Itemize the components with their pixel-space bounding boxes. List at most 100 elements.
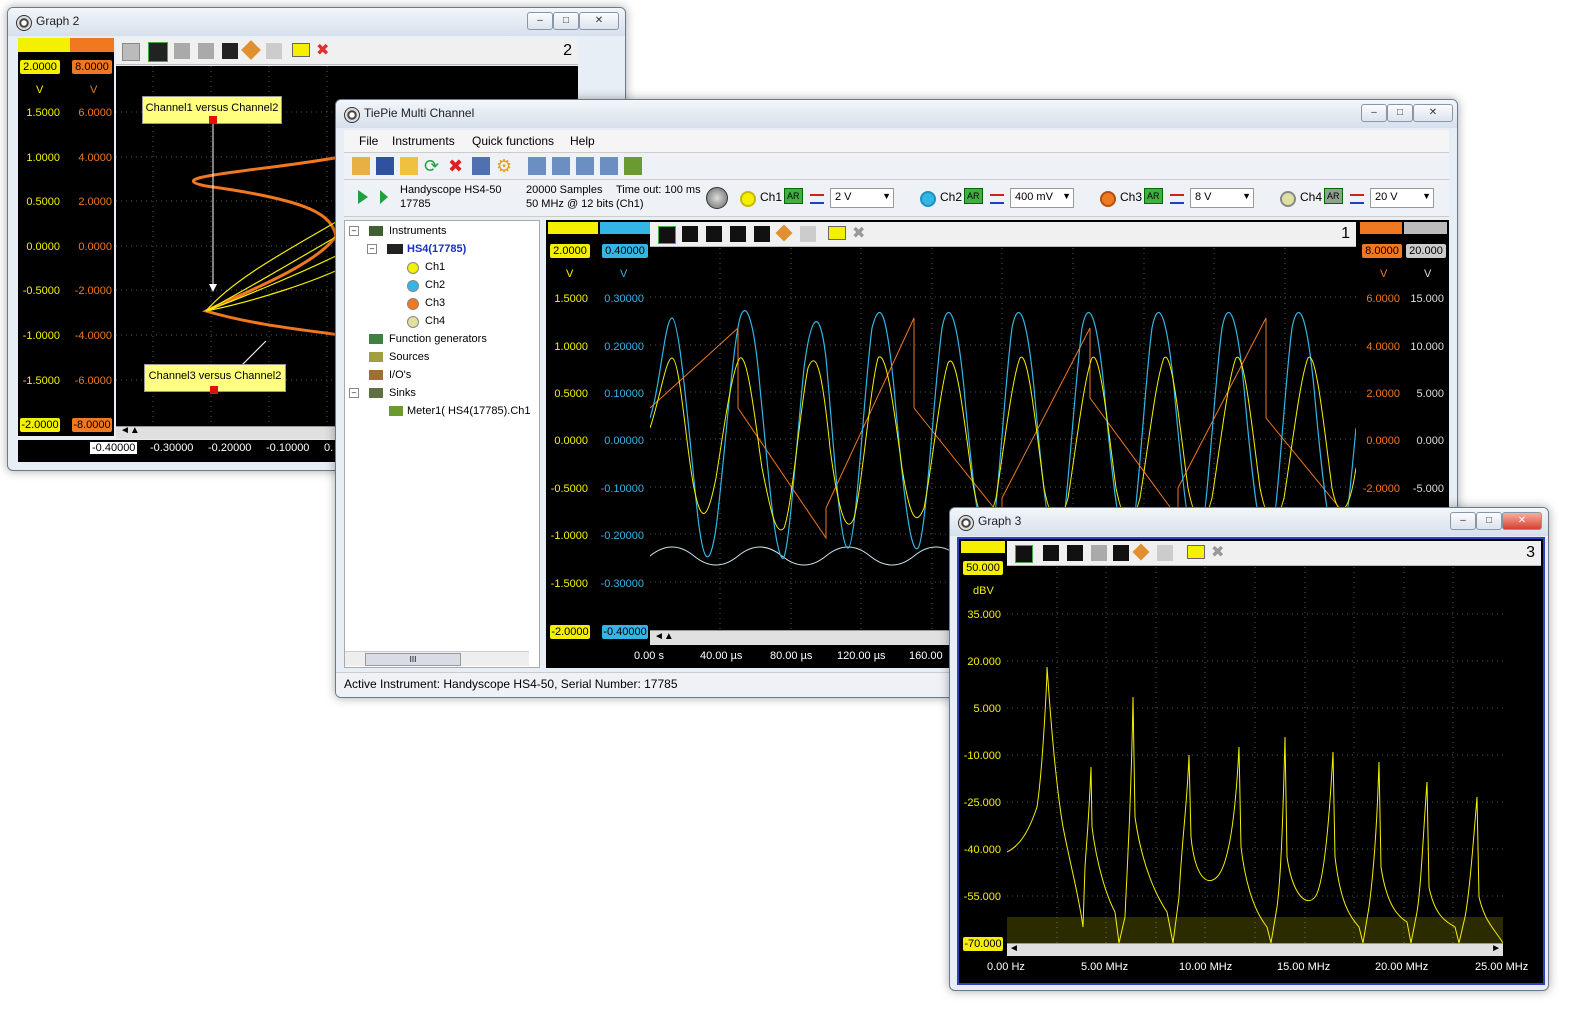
ch2-ring-icon[interactable]: [920, 191, 936, 207]
ch1-dropdown-icon[interactable]: ▼: [882, 191, 891, 201]
main-titlebar[interactable]: TiePie Multi Channel – □ ✕: [336, 100, 1457, 128]
tree-device[interactable]: HS4(17785): [407, 243, 466, 255]
ch3-autorange-button[interactable]: AR: [1144, 188, 1163, 204]
pencil-icon[interactable]: [775, 224, 793, 242]
envelope-icon[interactable]: [1067, 545, 1083, 561]
ch4-autorange-button[interactable]: AR: [1324, 188, 1343, 204]
close-button[interactable]: ✕: [1413, 104, 1453, 122]
grid-icon[interactable]: [754, 226, 770, 242]
graph2-titlebar[interactable]: Graph 2 – □ ✕: [8, 8, 625, 36]
email-icon[interactable]: [400, 157, 418, 175]
delete-annotation-icon[interactable]: ✖: [316, 43, 332, 59]
graph3-hscroll[interactable]: ◄ ►: [1007, 943, 1503, 956]
graph3-plot[interactable]: [1007, 567, 1503, 943]
ch4-label[interactable]: Ch4: [1300, 190, 1322, 204]
envelope-icon[interactable]: [706, 226, 722, 242]
ch4-range-select[interactable]: 20 V ▼: [1370, 188, 1434, 208]
yt-mode-icon[interactable]: [658, 226, 676, 244]
menu-instruments[interactable]: Instruments: [392, 134, 455, 148]
ch1-top-badge[interactable]: 2.0000: [20, 60, 60, 74]
g3-bottom-badge[interactable]: -70.000: [963, 937, 1003, 951]
delete-icon[interactable]: ✖: [448, 157, 466, 175]
timeout-line1[interactable]: Time out: 100 ms: [616, 184, 701, 196]
g3-top-badge[interactable]: 50.000: [963, 561, 1003, 575]
ch1-autorange-button[interactable]: AR: [784, 188, 803, 204]
expand-sinks-icon[interactable]: –: [349, 388, 359, 398]
tree-instruments[interactable]: Instruments: [389, 225, 446, 237]
start-icon[interactable]: [358, 190, 368, 204]
scroll-right-icon[interactable]: ►: [1491, 943, 1501, 954]
ch4-coupling-icon[interactable]: [1350, 194, 1364, 204]
trigger-knob-icon[interactable]: [706, 187, 728, 209]
close-button[interactable]: ✕: [1502, 512, 1542, 530]
ch3-range-select[interactable]: 8 V ▼: [1190, 188, 1254, 208]
scroll-left-icon[interactable]: ◄: [1009, 943, 1019, 954]
grid-icon[interactable]: [1113, 545, 1129, 561]
print-icon[interactable]: [472, 157, 490, 175]
tree-hscroll[interactable]: III: [345, 651, 529, 666]
pencil-icon[interactable]: [1132, 543, 1150, 561]
xy-mode-icon[interactable]: [682, 226, 698, 242]
grid-tool-icon[interactable]: [222, 43, 238, 59]
timeout-line2[interactable]: (Ch1): [616, 198, 644, 210]
ch3-bottom-badge[interactable]: -8.0000: [72, 418, 112, 432]
tree-meter[interactable]: Meter1( HS4(17785).Ch1: [407, 405, 531, 417]
ch1-bottom-badge[interactable]: -2.0000: [20, 418, 60, 432]
g1-ch2-bottom-badge[interactable]: -0.40000: [602, 625, 648, 639]
annotation-icon[interactable]: [1187, 545, 1205, 559]
ch3-dropdown-icon[interactable]: ▼: [1242, 191, 1251, 201]
delete-annotation-icon[interactable]: ✖: [852, 226, 868, 242]
ch2-autorange-button[interactable]: AR: [964, 188, 983, 204]
refresh-icon[interactable]: ⟳: [424, 157, 442, 175]
ch1-coupling-icon[interactable]: [810, 194, 824, 204]
tree-ch3[interactable]: Ch3: [425, 297, 445, 309]
move-tool-icon[interactable]: [122, 43, 140, 61]
menu-help[interactable]: Help: [570, 134, 595, 148]
step-icon[interactable]: [730, 226, 746, 242]
minimize-button[interactable]: –: [1450, 512, 1476, 530]
tree-sources[interactable]: Sources: [389, 351, 429, 363]
bar-tool-icon[interactable]: [174, 43, 190, 59]
expand-device-icon[interactable]: –: [367, 244, 377, 254]
close-button[interactable]: ✕: [579, 12, 619, 30]
step-icon[interactable]: [1091, 545, 1107, 561]
annotation-icon[interactable]: [292, 43, 310, 57]
minimize-button[interactable]: –: [527, 12, 553, 30]
new-graph-icon[interactable]: [528, 157, 546, 175]
delete-annotation-icon[interactable]: ✖: [1211, 545, 1227, 561]
ch2-coupling-icon[interactable]: [990, 194, 1004, 204]
g1-ch4-top-badge[interactable]: 20.000: [1406, 244, 1446, 258]
object-tree[interactable]: Instruments HS4(17785) Ch1 Ch2 Ch3 Ch4 F…: [344, 220, 540, 668]
maximize-button[interactable]: □: [1476, 512, 1502, 530]
g1-ch1-bottom-badge[interactable]: -2.0000: [550, 625, 590, 639]
ch3-top-badge[interactable]: 8.0000: [72, 60, 112, 74]
graph3-titlebar[interactable]: Graph 3 – □ ✕: [950, 508, 1548, 536]
step-tool-icon[interactable]: [198, 43, 214, 59]
tree-ch4[interactable]: Ch4: [425, 315, 445, 327]
tree-function-generators[interactable]: Function generators: [389, 333, 487, 345]
open-icon[interactable]: [352, 157, 370, 175]
zoom-icon[interactable]: [800, 226, 816, 242]
tree-ch2[interactable]: Ch2: [425, 279, 445, 291]
menu-quick-functions[interactable]: Quick functions: [472, 134, 554, 148]
annotation-marker-2[interactable]: [210, 386, 218, 394]
meter-icon[interactable]: [624, 157, 642, 175]
ch2-label[interactable]: Ch2: [940, 190, 962, 204]
pencil-icon[interactable]: [241, 40, 261, 60]
single-shot-icon[interactable]: [380, 190, 388, 204]
zoom-icon[interactable]: [1157, 545, 1173, 561]
ch4-ring-icon[interactable]: [1280, 191, 1296, 207]
ch4-dropdown-icon[interactable]: ▼: [1422, 191, 1431, 201]
xy-graph-icon[interactable]: [552, 157, 570, 175]
filter-icon[interactable]: [600, 157, 618, 175]
expand-instruments-icon[interactable]: –: [349, 226, 359, 236]
g1-ch3-top-badge[interactable]: 8.0000: [1362, 244, 1402, 258]
zoom-icon[interactable]: [266, 43, 282, 59]
yt-mode-icon[interactable]: [1015, 545, 1033, 563]
ch2-range-select[interactable]: 400 mV ▼: [1010, 188, 1074, 208]
minimize-button[interactable]: –: [1361, 104, 1387, 122]
annotation-marker-1[interactable]: [209, 116, 217, 124]
ch1-ring-icon[interactable]: [740, 191, 756, 207]
ch3-label[interactable]: Ch3: [1120, 190, 1142, 204]
ch2-dropdown-icon[interactable]: ▼: [1062, 191, 1071, 201]
